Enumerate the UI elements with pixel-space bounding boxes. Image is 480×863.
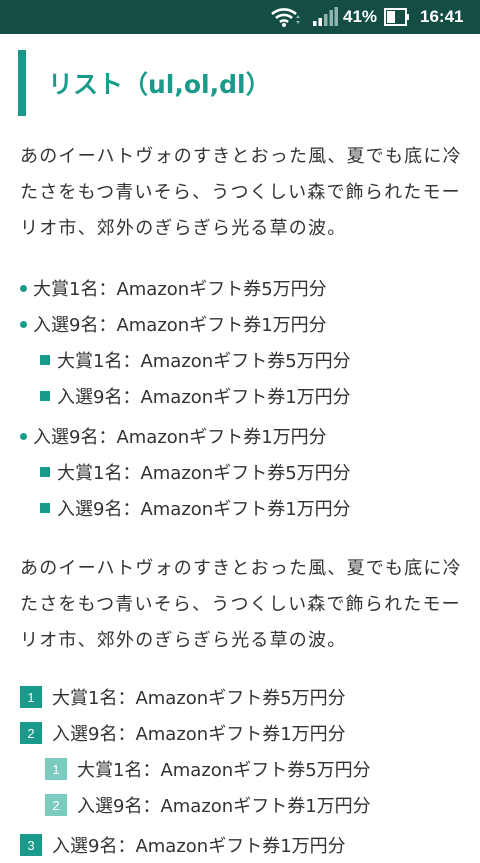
wifi-icon [270,0,300,34]
battery-percent: 41% [343,7,378,26]
signal-icon [312,0,338,34]
bullet-square-icon [40,467,50,477]
paragraph: あのイーハトヴォのすきとおった風、夏でも底に冷たさをもつ青いそら、うつくしい森で… [20,558,462,651]
list-number-badge: 2 [20,722,42,744]
list-item-text: 入選9名：Amazonギフト券1万円分 [52,836,346,857]
list-item-text: 入選9名：Amazonギフト券1万円分 [33,315,327,336]
bullet-dot-icon [20,284,27,292]
list-number-badge: 1 [45,758,67,780]
list-number-badge: 2 [45,794,67,816]
list-item-text: 入選9名：Amazonギフト券1万円分 [57,387,351,408]
nested-list-item: 入選9名：Amazonギフト券1万円分 [40,490,351,526]
list-number-badge: 1 [20,686,42,708]
list-item-text: 大賞1名：Amazonギフト券5万円分 [57,351,351,372]
section-heading: リスト（ul,ol,dl） [18,50,458,116]
ordered-list-item: 2 入選9名：Amazonギフト券1万円分 [20,715,346,751]
list-item: 入選9名：Amazonギフト券1万円分 [20,418,327,454]
status-bar: 41% 16:41 [0,0,480,34]
list-item: 入選9名：Amazonギフト券1万円分 [20,306,327,342]
nested-ordered-list-item: 1 大賞1名：Amazonギフト券5万円分 [45,751,371,787]
nested-list-item: 入選9名：Amazonギフト券1万円分 [40,378,351,414]
list-item-text: 大賞1名：Amazonギフト券5万円分 [52,688,346,709]
nested-list-item: 大賞1名：Amazonギフト券5万円分 [40,342,351,378]
ordered-list-item: 3 入選9名：Amazonギフト券1万円分 [20,827,346,863]
bullet-square-icon [40,503,50,513]
list-item-text: 入選9名：Amazonギフト券1万円分 [33,427,327,448]
bullet-square-icon [40,355,50,365]
nested-list-item: 大賞1名：Amazonギフト券5万円分 [40,454,351,490]
list-item-text: 入選9名：Amazonギフト券1万円分 [57,499,351,520]
nested-ordered-list-item: 2 入選9名：Amazonギフト券1万円分 [45,787,371,823]
list-item-text: 大賞1名：Amazonギフト券5万円分 [77,760,371,781]
bullet-dot-icon [20,432,27,440]
list-item-text: 大賞1名：Amazonギフト券5万円分 [33,279,327,300]
bullet-dot-icon [20,320,27,328]
list-item-text: 入選9名：Amazonギフト券1万円分 [52,724,346,745]
list-item: 大賞1名：Amazonギフト券5万円分 [20,270,327,306]
bullet-square-icon [40,391,50,401]
clock: 16:41 [420,7,464,26]
list-item-text: 大賞1名：Amazonギフト券5万円分 [57,463,351,484]
paragraph: あのイーハトヴォのすきとおった風、夏でも底に冷たさをもつ青いそら、うつくしい森で… [20,146,462,239]
battery-icon [384,0,410,34]
ordered-list-item: 1 大賞1名：Amazonギフト券5万円分 [20,679,346,715]
list-item-text: 入選9名：Amazonギフト券1万円分 [77,796,371,817]
